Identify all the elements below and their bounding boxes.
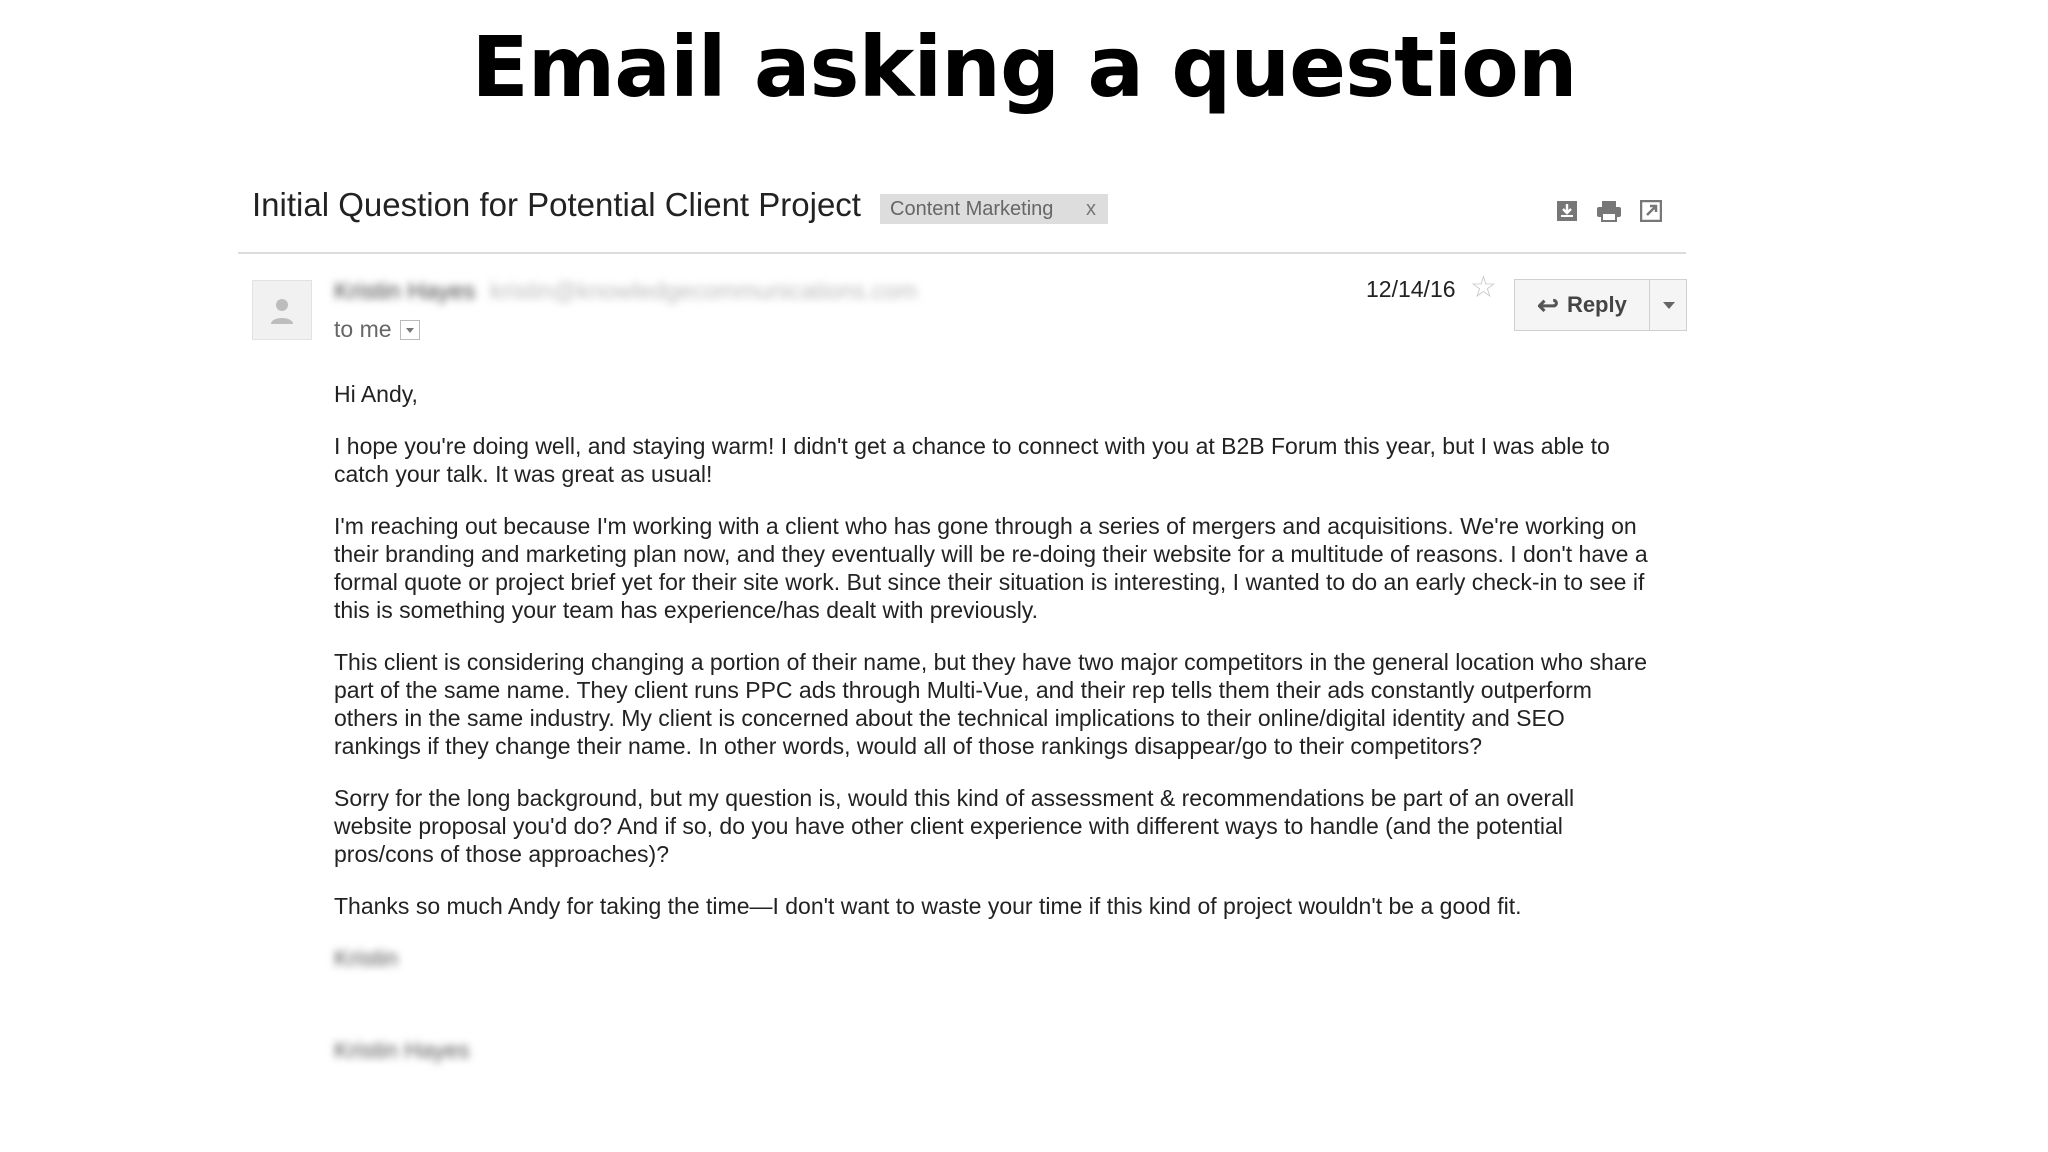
slide-title: Email asking a question — [471, 18, 1577, 116]
download-icon[interactable] — [1554, 198, 1580, 224]
message-actions — [1554, 198, 1664, 224]
reply-button-label: Reply — [1566, 292, 1627, 317]
recipient-text: to me — [334, 316, 392, 342]
new-window-icon[interactable] — [1638, 198, 1664, 224]
message-header: Kristin Hayes kristin@knowledgecommunica… — [238, 254, 1687, 350]
label-chip[interactable]: Content Marketing x — [880, 194, 1108, 224]
more-actions-chevron-down-icon[interactable] — [1649, 279, 1687, 331]
message-date: 12/14/16 — [1366, 276, 1456, 302]
body-paragraph: This client is considering changing a po… — [334, 649, 1647, 759]
subject-row: Initial Question for Potential Client Pr… — [238, 180, 1686, 254]
reply-arrow-icon: ↩ — [1537, 289, 1559, 320]
label-chip-text: Content Marketing — [890, 198, 1054, 220]
sender[interactable]: Kristin Hayes kristin@knowledgecommunica… — [334, 278, 917, 306]
signature-name: Kristin Hayes — [334, 1037, 470, 1063]
email-view: Initial Question for Potential Client Pr… — [238, 180, 1687, 1063]
greeting: Hi Andy, — [334, 381, 418, 407]
sender-name: Kristin Hayes — [334, 278, 476, 305]
body-paragraph: I hope you're doing well, and staying wa… — [334, 433, 1610, 487]
message-body: Hi Andy, I hope you're doing well, and s… — [334, 380, 1654, 1064]
sender-email: kristin@knowledgecommunications.com — [490, 278, 918, 305]
recipient-line: to me — [334, 316, 420, 343]
body-paragraph: Sorry for the long background, but my qu… — [334, 785, 1575, 867]
avatar-icon — [252, 280, 312, 340]
print-icon[interactable] — [1596, 198, 1622, 224]
body-paragraph: I'm reaching out because I'm working wit… — [334, 513, 1648, 623]
reply-button[interactable]: ↩ Reply — [1514, 279, 1650, 331]
star-icon[interactable]: ☆ — [1470, 270, 1497, 305]
email-subject: Initial Question for Potential Client Pr… — [252, 186, 861, 223]
body-paragraph: Thanks so much Andy for taking the time—… — [334, 893, 1522, 919]
signoff-short: Kristin — [334, 945, 398, 971]
remove-label-button[interactable]: x — [1086, 194, 1096, 224]
show-details-chevron-icon[interactable] — [399, 320, 420, 340]
